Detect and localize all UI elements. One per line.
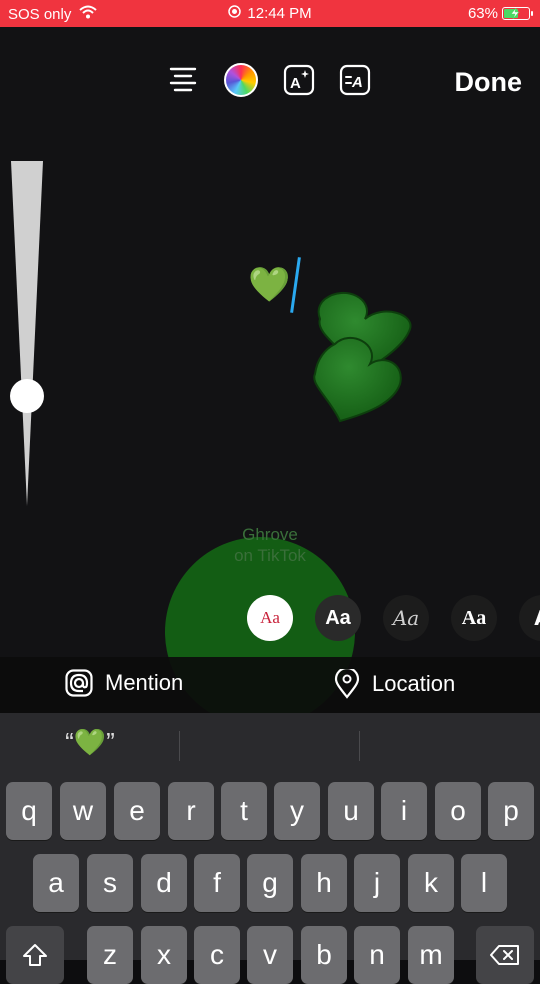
done-button[interactable]: Done — [455, 67, 523, 98]
key-h[interactable]: h — [301, 854, 347, 912]
font-style-picker: Aa Aa Aa Aa A — [0, 595, 540, 645]
key-x[interactable]: x — [141, 926, 187, 984]
font-option-script[interactable]: Aa — [383, 595, 429, 641]
text-size-slider-handle[interactable] — [10, 379, 44, 413]
battery-charging-icon — [502, 7, 533, 20]
key-k[interactable]: k — [408, 854, 454, 912]
key-t[interactable]: t — [221, 782, 267, 840]
font-option-modern[interactable]: Aa — [315, 595, 361, 641]
key-u[interactable]: u — [328, 782, 374, 840]
story-text-value: 💚 — [248, 266, 291, 304]
key-q[interactable]: q — [6, 782, 52, 840]
key-z[interactable]: z — [87, 926, 133, 984]
svg-text:A: A — [351, 74, 363, 91]
backspace-key[interactable] — [476, 926, 534, 984]
key-j[interactable]: j — [354, 854, 400, 912]
key-w[interactable]: w — [60, 782, 106, 840]
key-l[interactable]: l — [461, 854, 507, 912]
sticker-shortcut-bar: Mention Location — [0, 657, 540, 713]
story-text-editor: A A Done 💚 Ghrove on TikTok Aa Aa Aa Aa … — [0, 27, 540, 727]
key-s[interactable]: s — [87, 854, 133, 912]
text-toolbar: A A Done — [0, 57, 540, 105]
mention-icon — [65, 669, 93, 697]
key-o[interactable]: o — [435, 782, 481, 840]
text-effects-icon[interactable]: A — [282, 63, 316, 97]
font-option-classic[interactable]: Aa — [247, 595, 293, 641]
suggestion-divider — [179, 731, 180, 761]
key-v[interactable]: v — [247, 926, 293, 984]
key-b[interactable]: b — [301, 926, 347, 984]
story-text-input[interactable]: 💚 — [248, 257, 302, 313]
key-f[interactable]: f — [194, 854, 240, 912]
suggestion-item[interactable]: “💚” — [50, 727, 130, 758]
text-cursor — [290, 257, 302, 313]
key-e[interactable]: e — [114, 782, 160, 840]
key-d[interactable]: d — [141, 854, 187, 912]
location-button[interactable]: Location — [334, 669, 455, 699]
key-r[interactable]: r — [168, 782, 214, 840]
font-option-strong[interactable]: A — [519, 595, 540, 641]
color-wheel-icon[interactable] — [224, 63, 258, 97]
keyboard: “💚” q w e r t y u i o p a s d f g h j k … — [0, 713, 540, 984]
key-i[interactable]: i — [381, 782, 427, 840]
align-center-icon[interactable] — [166, 63, 200, 97]
key-n[interactable]: n — [354, 926, 400, 984]
key-a[interactable]: a — [33, 854, 79, 912]
suggestion-divider — [359, 731, 360, 761]
location-pin-icon — [334, 669, 360, 699]
predictive-bar: “💚” — [0, 713, 540, 775]
shift-key[interactable] — [6, 926, 64, 984]
backspace-icon — [490, 945, 519, 965]
shift-icon — [23, 944, 47, 966]
location-services-icon — [228, 5, 242, 22]
status-bar: SOS only 12:44 PM 63% — [0, 0, 540, 27]
battery-percent: 63% — [467, 5, 498, 22]
font-option-typewriter[interactable]: Aa — [451, 595, 497, 641]
key-m[interactable]: m — [408, 926, 454, 984]
text-animate-icon[interactable]: A — [338, 63, 372, 97]
location-label: Location — [372, 671, 456, 696]
background-caption-line2: on TikTok — [234, 546, 306, 565]
key-g[interactable]: g — [247, 854, 293, 912]
text-size-slider[interactable] — [10, 161, 44, 511]
svg-text:A: A — [290, 75, 301, 92]
mention-label: Mention — [105, 670, 184, 695]
clock-text: 12:44 PM — [247, 5, 312, 22]
key-y[interactable]: y — [274, 782, 320, 840]
key-c[interactable]: c — [194, 926, 240, 984]
key-p[interactable]: p — [488, 782, 534, 840]
background-caption: Ghrove on TikTok — [0, 524, 540, 566]
green-hearts-sticker[interactable] — [305, 289, 420, 424]
mention-button[interactable]: Mention — [65, 669, 183, 697]
background-caption-line1: Ghrove — [242, 525, 298, 544]
